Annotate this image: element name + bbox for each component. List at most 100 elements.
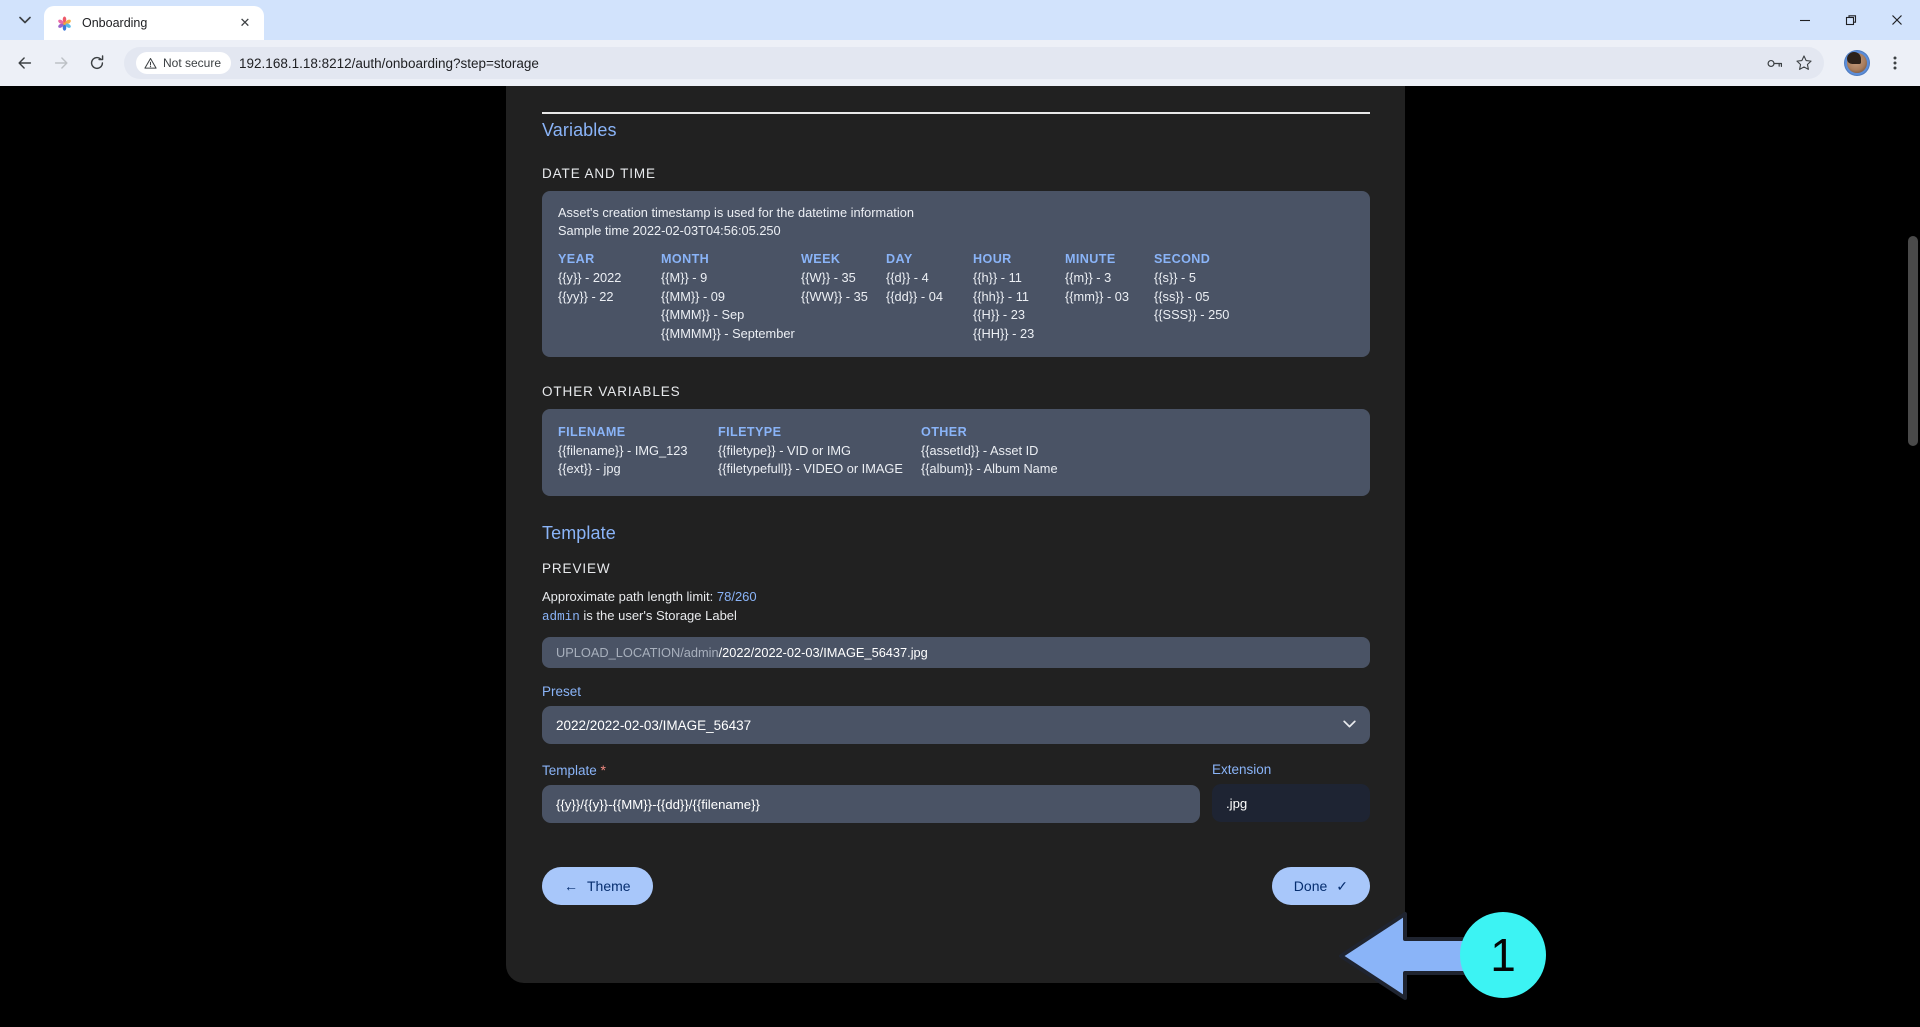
datetime-variable-grid: YEAR {{y}} - 2022 {{yy}} - 22 MONTH {{M}} - … (558, 252, 1354, 343)
window-close-button[interactable] (1874, 0, 1920, 40)
preset-field-label: Preset (542, 684, 582, 700)
variable-column-header: SECOND (1154, 252, 1211, 267)
tab-search-chevron-icon[interactable] (10, 5, 40, 35)
variable-column: MONTH {{M}} - 9 {{MM}} - 09 {{MMM}} - Sep {{… (661, 252, 801, 343)
preset-select[interactable]: 2022/2022-02-03/IMAGE_56437 (542, 706, 1370, 745)
variable-row: {{m}} - 3 (1065, 270, 1112, 286)
url-text: 192.168.1.18:8212/auth/onboarding?step=s… (239, 55, 539, 71)
window-minimize-button[interactable] (1782, 0, 1828, 40)
variable-row: {{M}} - 9 (661, 270, 708, 286)
onboarding-footer: ← Theme Done ✓ (542, 867, 1370, 906)
back-to-theme-button[interactable]: ← Theme (542, 867, 653, 906)
variable-row: {{SSS}} - 250 (1154, 307, 1230, 323)
variable-row: {{W}} - 35 (801, 270, 856, 286)
check-icon: ✓ (1336, 877, 1348, 894)
variable-row: {{s}} - 5 (1154, 270, 1196, 286)
extension-field-group: Extension .jpg (1212, 762, 1370, 823)
variable-column-header: DAY (886, 252, 913, 267)
nav-reload-icon[interactable] (80, 46, 114, 80)
variable-column: WEEK {{W}} - 35 {{WW}} - 35 (801, 252, 886, 343)
variable-column-header: FILENAME (558, 425, 626, 439)
date-and-time-panel: Asset's creation timestamp is used for t… (542, 191, 1370, 357)
variable-column-header: OTHER (921, 425, 968, 439)
variable-row: {{assetId}} - Asset ID (921, 443, 1039, 458)
variable-row: {{h}} - 11 (973, 270, 1022, 286)
browser-menu-icon[interactable] (1878, 46, 1912, 80)
other-variable-grid: FILENAME {{filename}} - IMG_123 {{ext}} - … (558, 425, 1354, 479)
variable-row: {{filename}} - IMG_123 (558, 443, 688, 458)
window-maximize-button[interactable] (1828, 0, 1874, 40)
variable-row: {{MM}} - 09 (661, 288, 726, 304)
storage-label-line: admin is the user's Storage Label (542, 606, 1370, 627)
nav-forward-icon[interactable] (44, 46, 78, 80)
preview-label: PREVIEW (542, 560, 611, 576)
variable-column: SECOND {{s}} - 5 {{ss}} - 05 {{SSS}} - 250 (1154, 252, 1229, 343)
tab-strip: Onboarding ✕ (0, 0, 1920, 40)
preset-select-wrapper: 2022/2022-02-03/IMAGE_56437 (542, 706, 1370, 745)
template-input[interactable]: {{y}}/{{y}}-{{MM}}-{{dd}}/{{filename}} (542, 785, 1200, 824)
variable-row: {{HH}} - 23 (973, 325, 1035, 341)
variable-column: FILETYPE {{filetype}} - VID or IMG {{filet… (718, 425, 921, 479)
back-button-label: Theme (587, 878, 631, 895)
datetime-note-line-2: Sample time 2022-02-03T04:56:05.250 (558, 222, 781, 238)
variable-row: {{H}} - 23 (973, 307, 1025, 323)
required-asterisk: * (600, 762, 606, 779)
extension-field-label: Extension (1212, 762, 1272, 778)
variable-row: {{filetype}} - VID or IMG (718, 443, 852, 458)
page-scrollbar-track[interactable] (1905, 86, 1920, 1027)
window-controls (1782, 0, 1920, 40)
path-length-value: 78/260 (716, 588, 757, 604)
variables-section-title: Variables (542, 120, 617, 140)
extension-input[interactable]: .jpg (1212, 784, 1370, 823)
variable-row: {{ss}} - 05 (1154, 288, 1210, 304)
path-length-line: Approximate path length limit: 78/260 (542, 587, 1370, 607)
tab-close-icon[interactable]: ✕ (236, 14, 254, 32)
datetime-note-line-1: Asset's creation timestamp is used for t… (558, 205, 914, 220)
variable-row: {{MMMM}} - September (661, 325, 795, 341)
preview-path-box: UPLOAD_LOCATION/admin/2022/2022-02-03/IM… (542, 637, 1370, 669)
variable-row: {{WW}} - 35 (801, 288, 868, 304)
path-length-prefix: Approximate path length limit: (542, 588, 717, 604)
template-field-group: Template * {{y}}/{{y}}-{{MM}}-{{dd}}/{{f… (542, 762, 1200, 824)
done-button[interactable]: Done ✓ (1271, 867, 1370, 906)
variable-row: {{d}} - 4 (886, 270, 929, 286)
storage-label-text: is the user's Storage Label (579, 608, 737, 624)
security-status-label: Not secure (163, 56, 222, 70)
template-field-label-text: Template (542, 763, 597, 779)
profile-avatar[interactable] (1844, 50, 1870, 76)
variable-row: {{yy}} - 22 (558, 288, 614, 304)
warning-triangle-icon (144, 57, 157, 69)
browser-toolbar: Not secure 192.168.1.18:8212/auth/onboar… (0, 40, 1920, 86)
page-viewport: Variables DATE AND TIME Asset's creation… (0, 86, 1920, 1027)
nav-back-icon[interactable] (8, 46, 42, 80)
variable-column: OTHER {{assetId}} - Asset ID {{album}} - A… (921, 425, 1058, 479)
variable-column-header: MINUTE (1065, 252, 1116, 267)
other-variables-panel: FILENAME {{filename}} - IMG_123 {{ext}} - … (542, 409, 1370, 496)
variable-row: {{hh}} - 11 (973, 288, 1029, 304)
variable-row: {{MMM}} - Sep (661, 307, 745, 323)
variable-column-header: FILETYPE (718, 425, 782, 439)
section-divider (542, 112, 1370, 114)
variable-column-header: WEEK (801, 252, 841, 267)
variable-column-header: YEAR (558, 252, 595, 267)
variable-column-header: HOUR (973, 252, 1012, 267)
bookmark-star-icon[interactable] (1790, 49, 1818, 77)
security-status-badge[interactable]: Not secure (136, 52, 232, 74)
back-arrow-icon: ← (564, 878, 578, 895)
date-and-time-label: DATE AND TIME (542, 166, 656, 181)
variable-row: {{y}} - 2022 (558, 270, 622, 286)
immich-logo-icon (56, 15, 73, 32)
variable-column: MINUTE {{m}} - 3 {{mm}} - 03 (1065, 252, 1154, 343)
password-key-icon[interactable] (1760, 49, 1788, 77)
template-row: Template * {{y}}/{{y}}-{{MM}}-{{dd}}/{{f… (542, 762, 1370, 824)
onboarding-card: Variables DATE AND TIME Asset's creation… (506, 86, 1405, 983)
preview-path-suffix: /2022/2022-02-03/IMAGE_56437.jpg (718, 645, 928, 661)
variable-column: YEAR {{y}} - 2022 {{yy}} - 22 (558, 252, 661, 343)
page-scrollbar-thumb[interactable] (1908, 236, 1918, 446)
address-bar[interactable]: Not secure 192.168.1.18:8212/auth/onboar… (124, 47, 1824, 79)
variable-column: FILENAME {{filename}} - IMG_123 {{ext}} - … (558, 425, 718, 479)
template-section-title: Template (542, 522, 616, 543)
template-field-label: Template * (542, 762, 1200, 778)
variable-column-header: MONTH (661, 252, 710, 267)
browser-tab-onboarding[interactable]: Onboarding ✕ (44, 6, 264, 40)
